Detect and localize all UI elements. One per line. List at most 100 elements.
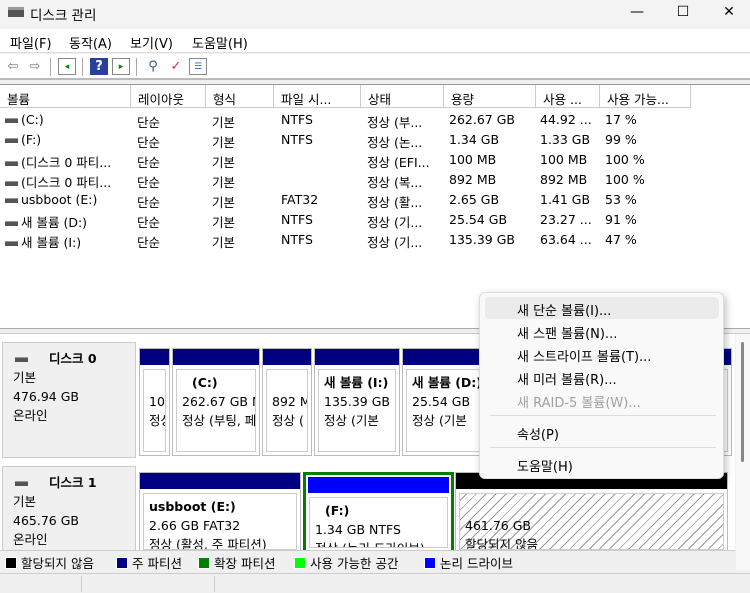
scrollbar-thumb[interactable] xyxy=(741,342,744,462)
menu-item-new-simple-volume[interactable]: 새 단순 볼륨(I)... xyxy=(485,297,719,319)
table-row[interactable]: 새 볼륨 (I:) 단순 기본 NTFS 정상 (기... 135.39 GB 63.64 … xyxy=(0,230,700,250)
status-divider xyxy=(81,576,82,592)
rescan-icon[interactable]: ⚲ xyxy=(144,58,162,75)
partition-color-bar xyxy=(140,473,300,489)
legend-label: 확장 파티션 xyxy=(214,556,276,571)
action-pane-icon[interactable]: ▸ xyxy=(112,58,130,75)
minimize-button[interactable]: — xyxy=(614,0,660,27)
cell-value: 단순 xyxy=(137,155,161,170)
menu-item-new-spanned-volume[interactable]: 새 스팬 볼륨(N)... xyxy=(485,320,719,342)
cell-value: 47 % xyxy=(605,232,637,247)
table-cell: 892 MB xyxy=(449,172,496,187)
partition[interactable]: 892 MB 정상 ( xyxy=(262,348,312,456)
partition-info: (C:) 262.67 GB NTFS 정상 (부팅, 페 xyxy=(176,369,256,452)
partition[interactable]: 100 MB 정상 xyxy=(139,348,170,456)
partition-color-bar xyxy=(173,349,259,365)
drive-icon xyxy=(5,181,18,186)
cell-value: 단순 xyxy=(137,215,161,230)
cell-value: 262.67 GB xyxy=(449,112,515,127)
vertical-scrollbar[interactable] xyxy=(736,334,750,570)
cell-value: 단순 xyxy=(137,175,161,190)
cell-value: 정상 (부... xyxy=(367,115,423,130)
table-cell: 91 % xyxy=(605,212,637,227)
column-header-percent-free[interactable]: 사용 가능... xyxy=(600,85,691,108)
partition[interactable]: 새 볼륨 (I:) 135.39 GB 정상 (기본 xyxy=(314,348,400,456)
cell-value: 정상 (활... xyxy=(367,195,423,210)
menu-item-help[interactable]: 도움말(H) xyxy=(485,453,719,475)
properties-icon[interactable]: ☰ xyxy=(189,58,207,75)
partition-info: 892 MB 정상 ( xyxy=(266,369,308,452)
maximize-button[interactable]: ☐ xyxy=(660,0,706,27)
menu-file[interactable]: 파일(F) xyxy=(10,33,52,52)
back-icon[interactable]: ⇦ xyxy=(4,58,22,75)
column-header-type[interactable]: 형식 xyxy=(206,85,274,108)
table-cell: 47 % xyxy=(605,232,637,247)
table-row[interactable]: (F:) 단순 기본 NTFS 정상 (논... 1.34 GB 1.33 GB 99 % xyxy=(0,130,700,150)
help-icon[interactable]: ? xyxy=(90,58,108,75)
disk-icon xyxy=(15,481,28,486)
column-header-filesystem[interactable]: 파일 시... xyxy=(274,85,361,108)
menu-action[interactable]: 동작(A) xyxy=(69,33,112,52)
cell-value: 100 % xyxy=(605,172,645,187)
table-cell: 53 % xyxy=(605,192,637,207)
table-cell: 23.27 ... xyxy=(540,212,592,227)
console-tree-icon[interactable]: ◂ xyxy=(58,58,76,75)
window-title: 디스크 관리 xyxy=(30,8,97,24)
cell-value: 기본 xyxy=(212,215,236,230)
drive-icon xyxy=(5,198,18,203)
legend-label: 할당되지 않음 xyxy=(21,556,94,571)
partition-info: usbboot (E:) 2.66 GB FAT32 정상 (활성, 주 파티션) xyxy=(143,493,297,550)
table-cell: 2.65 GB xyxy=(449,192,499,207)
menu-item-new-mirrored-volume[interactable]: 새 미러 볼륨(R)... xyxy=(485,366,719,388)
check-icon[interactable]: ✓ xyxy=(167,58,185,75)
menu-item-new-striped-volume[interactable]: 새 스트라이프 볼륨(T)... xyxy=(485,343,719,365)
table-cell: 1.33 GB xyxy=(540,132,590,147)
partition-title xyxy=(272,373,302,392)
partition[interactable]: 461.76 GB 할당되지 않음 xyxy=(455,472,728,554)
volume-name: (디스크 0 파티... xyxy=(21,175,112,190)
cell-value: 기본 xyxy=(212,235,236,250)
column-header-free[interactable]: 사용 ... xyxy=(536,85,600,108)
column-header-volume[interactable]: 볼륨 xyxy=(0,85,131,108)
forward-icon[interactable]: ⇨ xyxy=(26,58,44,75)
table-cell: 기본 xyxy=(212,172,235,191)
partition-size: 1.34 GB NTFS xyxy=(315,522,401,537)
close-button[interactable]: ✕ xyxy=(706,0,750,27)
status-divider xyxy=(214,576,215,592)
table-cell: 정상 (복... xyxy=(367,172,422,191)
disk-name: 디스크 1 xyxy=(49,475,97,490)
toolbar: ⇦ ⇨ ◂ ? ▸ ⚲ ✓ ☰ xyxy=(0,54,750,80)
drive-icon xyxy=(5,241,18,246)
cell-value: 기본 xyxy=(212,135,236,150)
table-row[interactable]: (C:) 단순 기본 NTFS 정상 (부... 262.67 GB 44.92 ... 17… xyxy=(0,110,700,130)
disk-name: 디스크 0 xyxy=(49,351,97,366)
column-header-capacity[interactable]: 용량 xyxy=(444,85,536,108)
partition-title xyxy=(465,497,718,516)
table-row[interactable]: usbboot (E:) 단순 기본 FAT32 정상 (활... 2.65 GB 1.41… xyxy=(0,190,700,210)
partition-size: 135.39 GB xyxy=(324,394,390,409)
toolbar-divider xyxy=(136,58,137,76)
partition[interactable]: (C:) 262.67 GB NTFS 정상 (부팅, 페 xyxy=(172,348,260,456)
table-row[interactable]: (디스크 0 파티... 단순 기본 정상 (복... 892 MB 892 MB 100 … xyxy=(0,170,700,190)
disk-label-0[interactable]: 디스크 0 기본 476.94 GB 온라인 xyxy=(2,342,136,458)
menu-help[interactable]: 도움말(H) xyxy=(192,33,248,52)
menu-view[interactable]: 보기(V) xyxy=(130,33,173,52)
table-row[interactable]: (디스크 0 파티... 단순 기본 정상 (EFI... 100 MB 100 MB 10… xyxy=(0,150,700,170)
cell-value: NTFS xyxy=(281,232,313,247)
cell-value: 단순 xyxy=(137,235,161,250)
partition-title: 새 볼륨 (I:) xyxy=(324,375,389,390)
column-header-layout[interactable]: 레이아웃 xyxy=(131,85,206,108)
partition[interactable]: (F:) 1.34 GB NTFS 정상 (논리 드라이브) xyxy=(303,472,454,554)
disk-status: 온라인 xyxy=(13,408,48,423)
table-row[interactable]: 새 볼륨 (D:) 단순 기본 NTFS 정상 (기... 25.54 GB 23.27 .… xyxy=(0,210,700,230)
menu-item-properties[interactable]: 속성(P) xyxy=(485,421,719,443)
cell-value: 정상 (기... xyxy=(367,235,423,250)
legend: 할당되지 않음 주 파티션 확장 파티션 사용 가능한 공간 논리 드라이브 xyxy=(0,550,735,571)
column-header-status[interactable]: 상태 xyxy=(361,85,444,108)
cell-value: 100 MB xyxy=(449,152,497,167)
cell-value: 53 % xyxy=(605,192,637,207)
partition[interactable]: usbboot (E:) 2.66 GB FAT32 정상 (활성, 주 파티션) xyxy=(139,472,301,554)
toolbar-divider xyxy=(82,58,83,76)
table-cell: NTFS xyxy=(281,112,313,127)
disk-label-1[interactable]: 디스크 1 기본 465.76 GB 온라인 xyxy=(2,466,136,556)
